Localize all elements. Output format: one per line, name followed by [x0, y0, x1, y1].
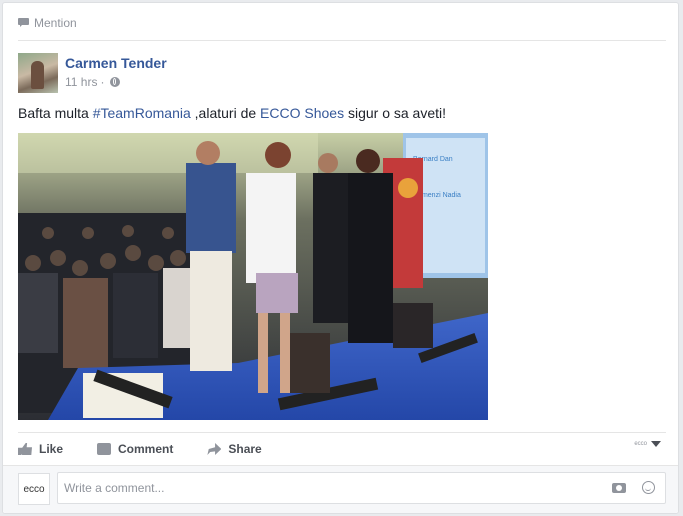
- post-meta: 11 hrs ·: [65, 75, 121, 89]
- share-button[interactable]: Share: [207, 442, 262, 456]
- like-icon: [18, 443, 32, 455]
- comment-box[interactable]: [57, 472, 666, 504]
- divider: [18, 432, 666, 433]
- like-label: Like: [39, 442, 64, 456]
- hashtag-link[interactable]: #TeamRomania: [93, 105, 191, 121]
- caret-down-icon: [651, 441, 661, 447]
- commenter-avatar[interactable]: ecco: [18, 473, 50, 505]
- post-text-part1: Bafta multa: [18, 105, 93, 121]
- page-link[interactable]: ECCO Shoes: [260, 105, 344, 121]
- divider: [18, 40, 666, 41]
- page-selector-label: ecco: [634, 441, 647, 447]
- camera-icon[interactable]: [612, 483, 626, 493]
- post-card: Mention Carmen Tender 11 hrs · Bafta mul…: [2, 2, 679, 514]
- author-avatar[interactable]: [18, 53, 58, 93]
- photo-scene: Bernard Dan Comenzi Nadia: [18, 133, 488, 420]
- post-photo[interactable]: Bernard Dan Comenzi Nadia: [18, 133, 488, 420]
- post-text-part3: sigur o sa aveti!: [344, 105, 447, 121]
- comment-icon: [97, 443, 112, 455]
- share-label: Share: [228, 442, 262, 456]
- post-time[interactable]: 11 hrs: [65, 75, 97, 89]
- globe-icon[interactable]: [110, 77, 121, 87]
- mention-label: Mention: [34, 16, 77, 30]
- comment-input[interactable]: [64, 473, 594, 503]
- meta-separator: ·: [100, 75, 105, 89]
- author-name[interactable]: Carmen Tender: [65, 55, 167, 71]
- like-button[interactable]: Like: [18, 442, 63, 456]
- mention-icon: [18, 18, 29, 28]
- mention-header: Mention: [18, 15, 77, 31]
- post-text-part2: ,alaturi de: [190, 105, 261, 121]
- post-text: Bafta multa #TeamRomania ,alaturi de ECC…: [18, 105, 446, 121]
- page-selector[interactable]: ecco: [634, 441, 661, 447]
- post-actions: Like Comment Share: [18, 439, 296, 459]
- emoji-icon[interactable]: [642, 481, 655, 494]
- comment-label: Comment: [118, 442, 174, 456]
- comment-button[interactable]: Comment: [97, 442, 173, 456]
- share-icon: [207, 443, 222, 455]
